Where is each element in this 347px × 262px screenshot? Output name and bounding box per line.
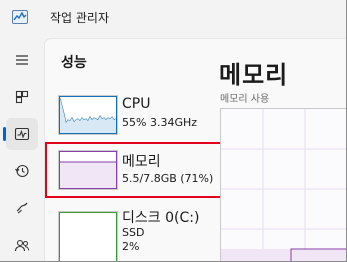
nav-startup-apps[interactable]	[6, 192, 38, 224]
task-manager-window: 작업 관리자 성능 CPU 55% 3.34GHz 메모리 5.5/7.8GB …	[0, 0, 347, 262]
users-icon	[14, 239, 30, 252]
perf-item-disk-name: 디스크 0(C:)	[122, 210, 200, 226]
hamburger-menu-button[interactable]	[6, 44, 38, 76]
history-icon	[15, 164, 29, 178]
cpu-thumbnail-graph	[58, 95, 118, 135]
hamburger-menu-icon	[16, 55, 28, 65]
window-title: 작업 관리자	[50, 11, 110, 25]
title-bar: 작업 관리자	[0, 0, 346, 34]
performance-icon	[14, 127, 30, 141]
startup-apps-icon	[16, 202, 28, 214]
nav-users[interactable]	[6, 229, 38, 261]
page-header: 성능	[61, 55, 87, 71]
perf-item-disk[interactable]: 디스크 0(C:) SSD 2%	[48, 205, 248, 261]
nav-processes[interactable]	[6, 81, 38, 113]
nav-app-history[interactable]	[6, 155, 38, 187]
disk-thumbnail-graph	[58, 211, 118, 261]
perf-item-cpu-detail: 55% 3.34GHz	[122, 116, 198, 129]
nav-rail	[0, 34, 44, 261]
perf-item-disk-type: SSD	[122, 226, 145, 239]
perf-item-cpu-name: CPU	[122, 96, 151, 112]
detail-title: 메모리	[219, 61, 289, 89]
memory-usage-graph	[220, 108, 346, 261]
perf-item-disk-usage: 2%	[122, 240, 140, 253]
memory-usage-graph-canvas	[221, 109, 346, 261]
nav-performance[interactable]	[3, 118, 38, 150]
detail-subtitle: 메모리 사용	[220, 94, 270, 105]
task-manager-app-icon	[12, 10, 28, 24]
processes-icon	[15, 90, 29, 104]
selection-highlight-box	[45, 142, 234, 198]
